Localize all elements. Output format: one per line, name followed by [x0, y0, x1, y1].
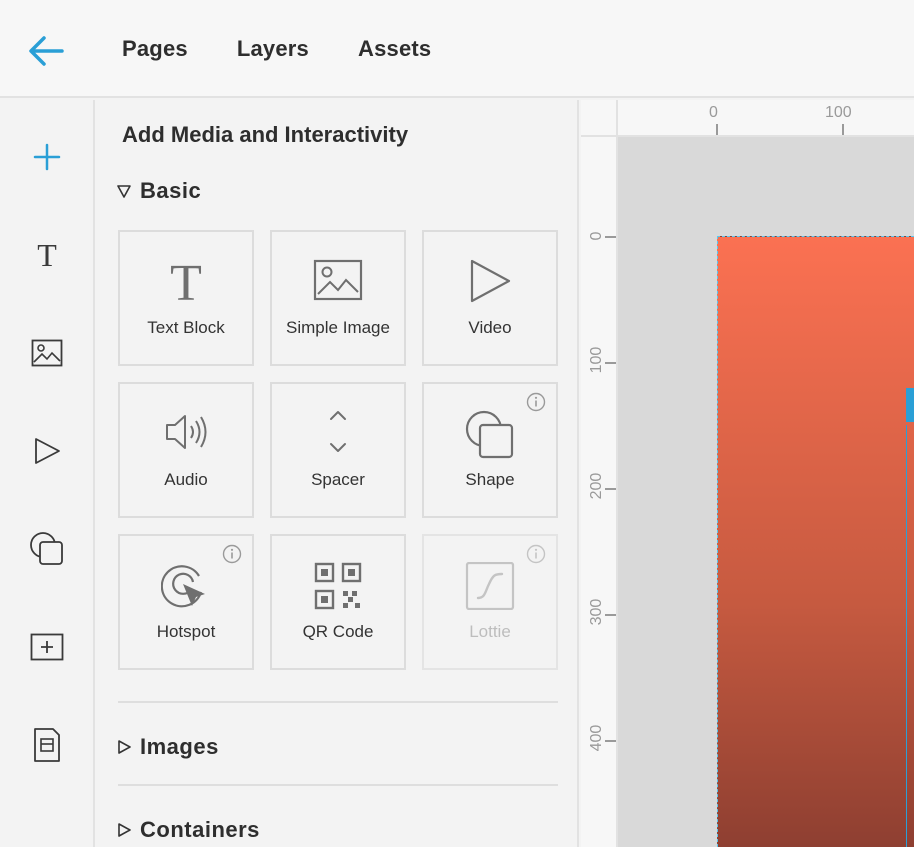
tile-hotspot[interactable]: Hotspot	[118, 534, 254, 670]
page-canvas[interactable]	[717, 236, 914, 847]
tile-text-block[interactable]: T Text Block	[118, 230, 254, 366]
section-containers-label: Containers	[140, 817, 260, 842]
tile-qr-code[interactable]: QR Code	[270, 534, 406, 670]
expand-triangle-icon	[118, 823, 131, 837]
ruler-tick	[605, 488, 616, 490]
panel-title: Add Media and Interactivity	[122, 122, 409, 147]
lottie-icon	[465, 562, 515, 610]
qr-code-icon	[314, 562, 362, 610]
shape-icon[interactable]	[20, 522, 74, 576]
ruler-label: 200	[588, 472, 605, 500]
shape-icon	[465, 410, 514, 459]
section-images-label: Images	[140, 734, 219, 759]
info-icon[interactable]	[526, 544, 546, 564]
ruler-label: 100	[825, 104, 852, 121]
tile-audio[interactable]: Audio	[118, 382, 254, 518]
expand-triangle-icon	[118, 740, 131, 754]
tile-label: Hotspot	[156, 622, 216, 641]
video-icon[interactable]	[20, 424, 74, 478]
tile-label: Text Block	[147, 318, 225, 337]
add-icon[interactable]	[20, 130, 74, 184]
section-basic-label: Basic	[140, 178, 202, 203]
ruler-label: 0	[709, 104, 718, 121]
tile-video[interactable]: Video	[422, 230, 558, 366]
tile-spacer[interactable]: Spacer	[270, 382, 406, 518]
section-basic[interactable]: Basic	[116, 178, 201, 204]
container-icon[interactable]	[20, 620, 74, 674]
tool-rail: T	[0, 100, 95, 847]
tab-pages[interactable]: Pages	[122, 36, 188, 62]
section-divider	[118, 784, 558, 786]
ruler-label: 0	[588, 231, 605, 241]
tile-shape[interactable]: Shape	[422, 382, 558, 518]
selection-outline	[906, 425, 914, 847]
ruler-tick	[605, 362, 616, 364]
tile-label: QR Code	[302, 622, 374, 641]
ruler-tick	[605, 614, 616, 616]
hotspot-icon	[161, 565, 205, 608]
ruler-tick	[716, 124, 718, 135]
tab-assets[interactable]: Assets	[358, 36, 431, 62]
spacer-icon	[330, 411, 346, 452]
tile-label: Shape	[465, 470, 515, 489]
tile-label: Spacer	[311, 470, 365, 489]
ruler-label: 100	[588, 346, 605, 374]
image-icon	[313, 259, 363, 301]
vertical-ruler: 0 100 200 300 400	[581, 137, 618, 847]
info-icon[interactable]	[222, 544, 242, 564]
tab-bar: Pages Layers Assets	[122, 36, 480, 62]
tab-layers[interactable]: Layers	[237, 36, 309, 62]
horizontal-ruler: 0 100	[618, 100, 914, 137]
tile-label: Video	[468, 318, 512, 337]
video-icon	[470, 259, 511, 303]
ruler-tick	[605, 740, 616, 742]
tile-label: Simple Image	[286, 318, 390, 337]
add-media-panel: Add Media and Interactivity Basic T Text…	[97, 100, 579, 847]
back-arrow-icon[interactable]	[22, 30, 70, 72]
top-bar: Pages Layers Assets	[0, 0, 914, 98]
tile-label: Audio	[164, 470, 208, 489]
tile-lottie: Lottie	[422, 534, 558, 670]
tile-simple-image[interactable]: Simple Image	[270, 230, 406, 366]
ruler-corner	[581, 100, 618, 137]
speaker-icon	[166, 415, 207, 449]
section-images[interactable]: Images	[116, 734, 219, 760]
info-icon[interactable]	[526, 392, 546, 412]
canvas-area[interactable]: 0 100 0 100 200 300 400	[581, 100, 914, 847]
ruler-label: 300	[588, 598, 605, 626]
svg-text:T: T	[37, 238, 57, 272]
selection-handle[interactable]	[906, 388, 914, 422]
tile-label: Lottie	[469, 622, 511, 641]
section-divider	[118, 701, 558, 703]
text-icon: T	[170, 258, 202, 306]
section-containers[interactable]: Containers	[116, 817, 260, 843]
text-icon[interactable]: T	[20, 228, 74, 282]
image-icon[interactable]	[20, 326, 74, 380]
ruler-label: 400	[588, 724, 605, 752]
ruler-tick	[842, 124, 844, 135]
svg-text:T: T	[170, 258, 202, 306]
collapse-triangle-icon	[117, 185, 131, 198]
page-icon[interactable]	[20, 718, 74, 772]
ruler-tick	[605, 236, 616, 238]
